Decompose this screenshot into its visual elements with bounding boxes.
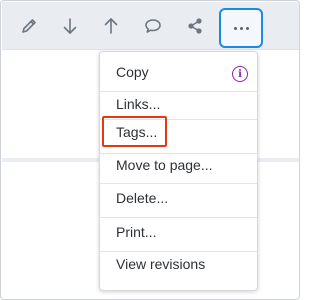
more-options-menu: Copy i Links... Tags... Move to page... … bbox=[99, 51, 258, 291]
share-button[interactable] bbox=[179, 10, 211, 42]
menu-item-print[interactable]: Print... bbox=[100, 216, 257, 248]
arrow-up-icon bbox=[104, 18, 118, 34]
speech-bubble-icon bbox=[145, 19, 161, 33]
menu-item-tags[interactable]: Tags... bbox=[100, 116, 257, 148]
comment-button[interactable] bbox=[137, 10, 169, 42]
menu-item-label: Delete... bbox=[116, 190, 169, 206]
menu-item-delete[interactable]: Delete... bbox=[100, 182, 257, 214]
menu-item-label: Print... bbox=[116, 224, 157, 240]
menu-item-move-to-page[interactable]: Move to page... bbox=[100, 149, 257, 181]
upload-button[interactable] bbox=[95, 10, 127, 42]
more-options-button[interactable] bbox=[219, 8, 263, 48]
toolbar bbox=[2, 2, 299, 50]
menu-item-label: Move to page... bbox=[116, 157, 213, 173]
share-icon bbox=[188, 18, 202, 34]
menu-item-label: Links... bbox=[116, 96, 161, 112]
edit-button[interactable] bbox=[13, 10, 45, 42]
pencil-icon bbox=[22, 19, 36, 33]
ellipsis-icon bbox=[233, 26, 249, 30]
info-icon[interactable]: i bbox=[232, 66, 248, 82]
menu-item-view-revisions[interactable]: View revisions bbox=[100, 248, 257, 280]
menu-item-label: Copy bbox=[116, 64, 149, 80]
menu-item-label: Tags... bbox=[116, 124, 158, 140]
arrow-down-icon bbox=[63, 18, 77, 34]
menu-item-label: View revisions bbox=[116, 256, 206, 272]
menu-item-copy[interactable]: Copy i bbox=[100, 56, 257, 88]
download-button[interactable] bbox=[54, 10, 86, 42]
app-frame: Copy i Links... Tags... Move to page... … bbox=[0, 0, 300, 300]
